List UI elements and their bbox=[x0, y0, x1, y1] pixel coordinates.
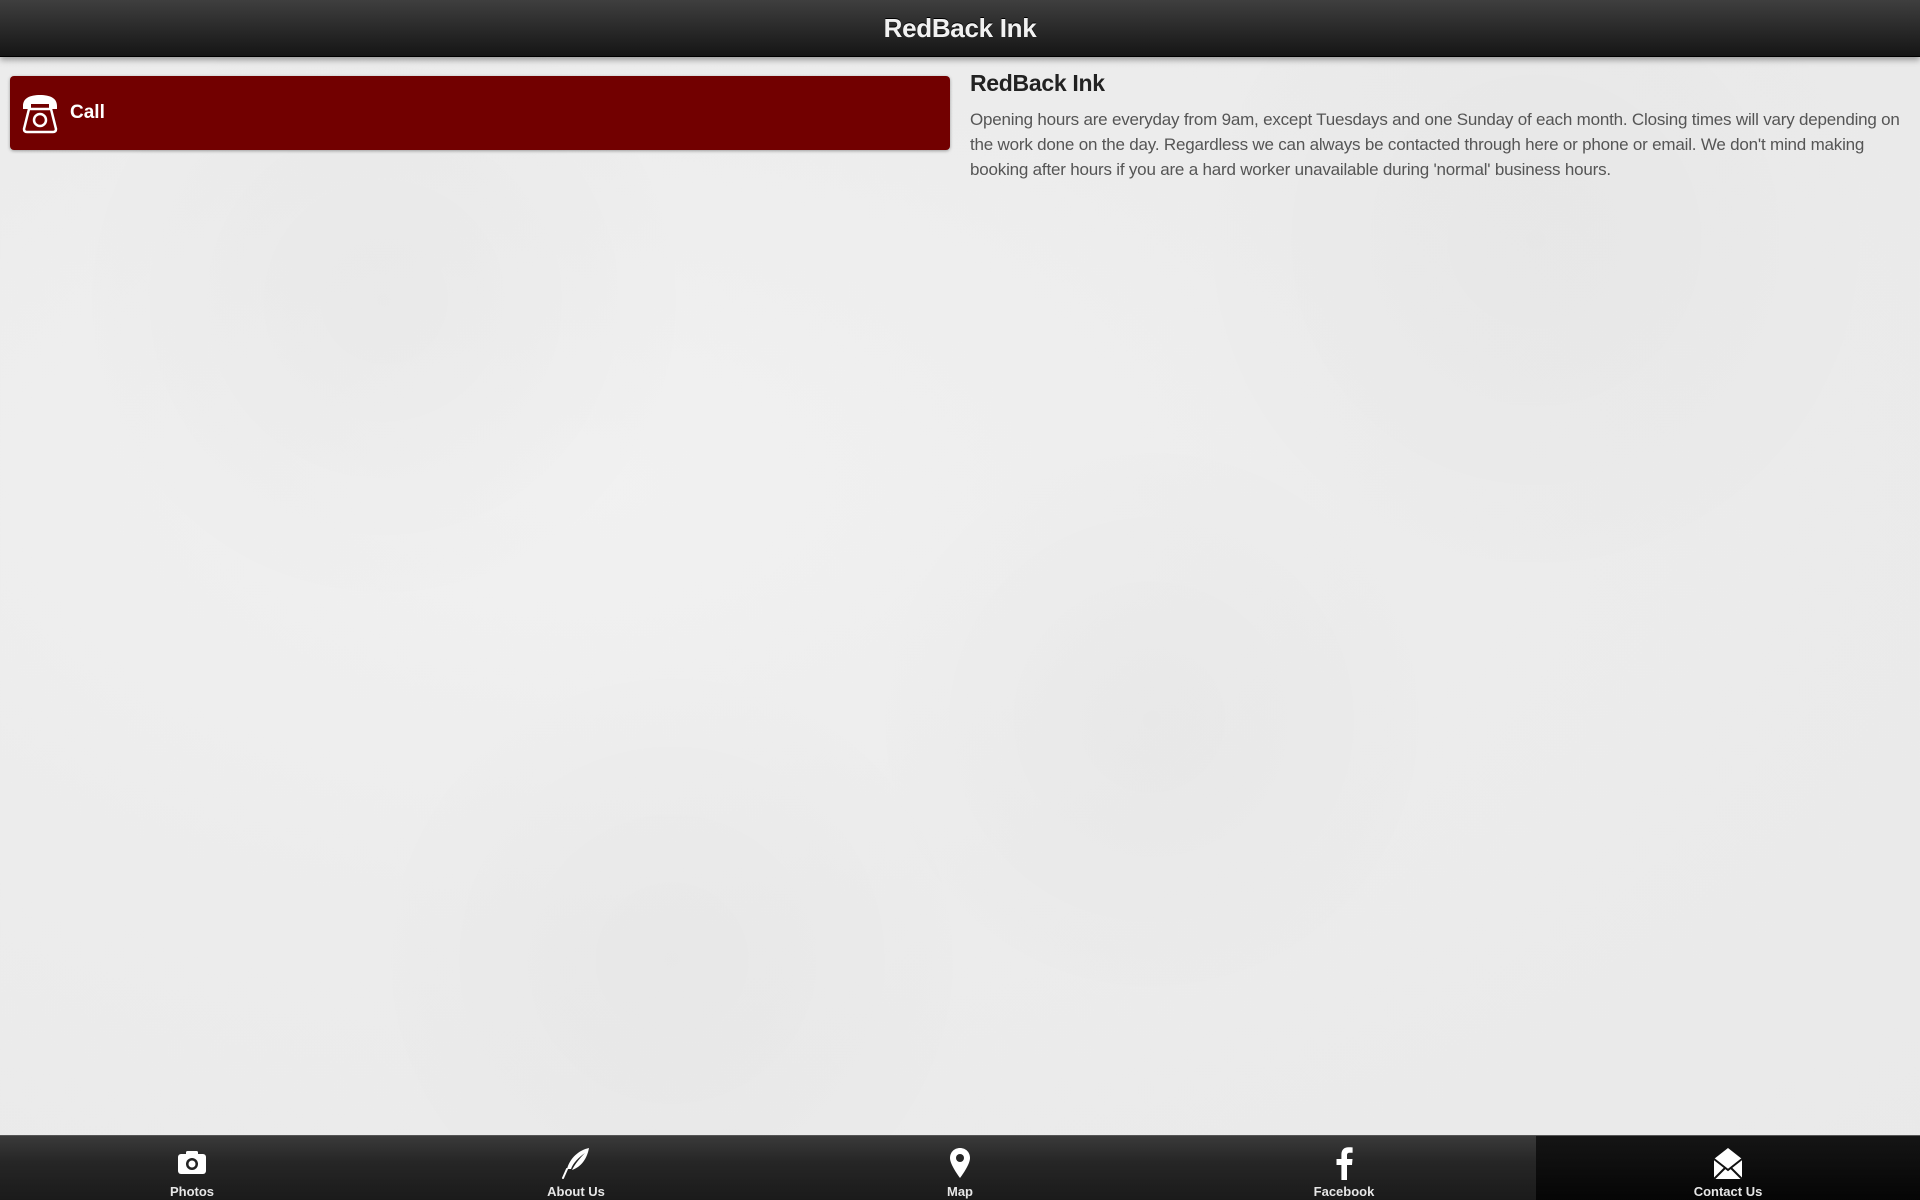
feather-icon bbox=[559, 1146, 593, 1180]
info-section: RedBack Ink Opening hours are everyday f… bbox=[970, 70, 1900, 182]
envelope-icon bbox=[1711, 1146, 1745, 1180]
bottom-tab-bar: Photos About Us Map Facebook Contact Us bbox=[0, 1135, 1920, 1200]
opening-hours-text: Opening hours are everyday from 9am, exc… bbox=[970, 110, 1900, 179]
tab-label: Photos bbox=[169, 1184, 215, 1199]
map-pin-icon bbox=[943, 1146, 977, 1180]
page-title: RedBack Ink bbox=[883, 12, 1037, 43]
facebook-icon bbox=[1327, 1146, 1361, 1180]
tab-label: Facebook bbox=[1313, 1184, 1375, 1199]
tab-label: About Us bbox=[547, 1184, 605, 1199]
call-button[interactable]: Call bbox=[10, 76, 950, 150]
telephone-icon bbox=[20, 92, 60, 134]
tab-facebook[interactable]: Facebook bbox=[1152, 1136, 1536, 1200]
tab-contact-us[interactable]: Contact Us bbox=[1536, 1136, 1920, 1200]
tab-photos[interactable]: Photos bbox=[0, 1136, 384, 1200]
tab-label: Map bbox=[947, 1184, 973, 1199]
tab-label: Contact Us bbox=[1693, 1184, 1763, 1199]
info-title: RedBack Ink bbox=[970, 70, 1105, 96]
call-button-label: Call bbox=[70, 102, 105, 123]
header-bar: RedBack Ink bbox=[0, 0, 1920, 57]
tab-about-us[interactable]: About Us bbox=[384, 1136, 768, 1200]
tab-map[interactable]: Map bbox=[768, 1136, 1152, 1200]
camera-icon bbox=[175, 1146, 209, 1180]
